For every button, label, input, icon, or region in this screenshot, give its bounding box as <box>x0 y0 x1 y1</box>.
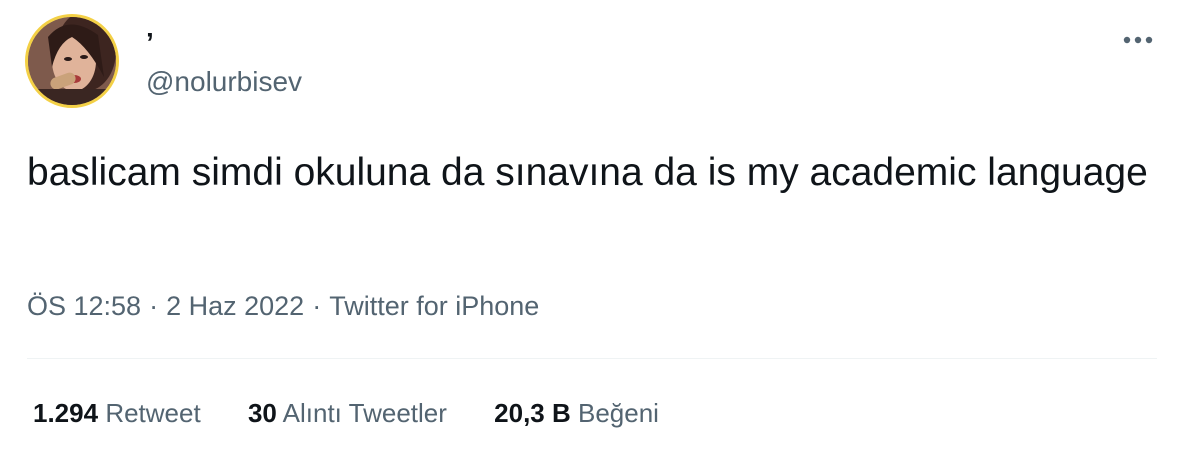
tweet-stats: 1.294 Retweet 30 Alıntı Tweetler 20,3 B … <box>33 396 699 430</box>
tweet-source[interactable]: Twitter for iPhone <box>329 291 539 321</box>
retweet-stat[interactable]: 1.294 Retweet <box>33 396 201 430</box>
tweet-time[interactable]: ÖS 12:58 <box>27 291 141 321</box>
tweet-meta: ÖS 12:58 · 2 Haz 2022 · Twitter for iPhone <box>27 288 539 324</box>
avatar[interactable] <box>25 14 119 108</box>
display-name[interactable]: ’ <box>146 28 154 58</box>
user-handle[interactable]: @nolurbisev <box>146 66 302 98</box>
quote-tweets-label: Alıntı Tweetler <box>282 398 447 428</box>
meta-separator: · <box>149 291 159 321</box>
divider <box>27 358 1157 359</box>
retweet-label: Retweet <box>105 398 201 428</box>
more-horizontal-icon <box>1123 36 1153 44</box>
more-options-button[interactable] <box>1118 28 1158 52</box>
likes-label: Beğeni <box>578 398 659 428</box>
tweet-card: ’ @nolurbisev baslicam simdi okuluna da … <box>0 0 1190 464</box>
quote-tweets-count: 30 <box>247 398 277 428</box>
retweet-count: 1.294 <box>33 398 99 428</box>
likes-count: 20,3 B <box>494 398 571 428</box>
avatar-image <box>28 17 116 105</box>
quote-tweets-stat[interactable]: 30 Alıntı Tweetler <box>248 396 447 430</box>
meta-separator: · <box>312 291 322 321</box>
tweet-text: baslicam simdi okuluna da sınavına da is… <box>27 151 1148 194</box>
tweet-date[interactable]: 2 Haz 2022 <box>166 291 304 321</box>
likes-stat[interactable]: 20,3 B Beğeni <box>494 396 659 430</box>
